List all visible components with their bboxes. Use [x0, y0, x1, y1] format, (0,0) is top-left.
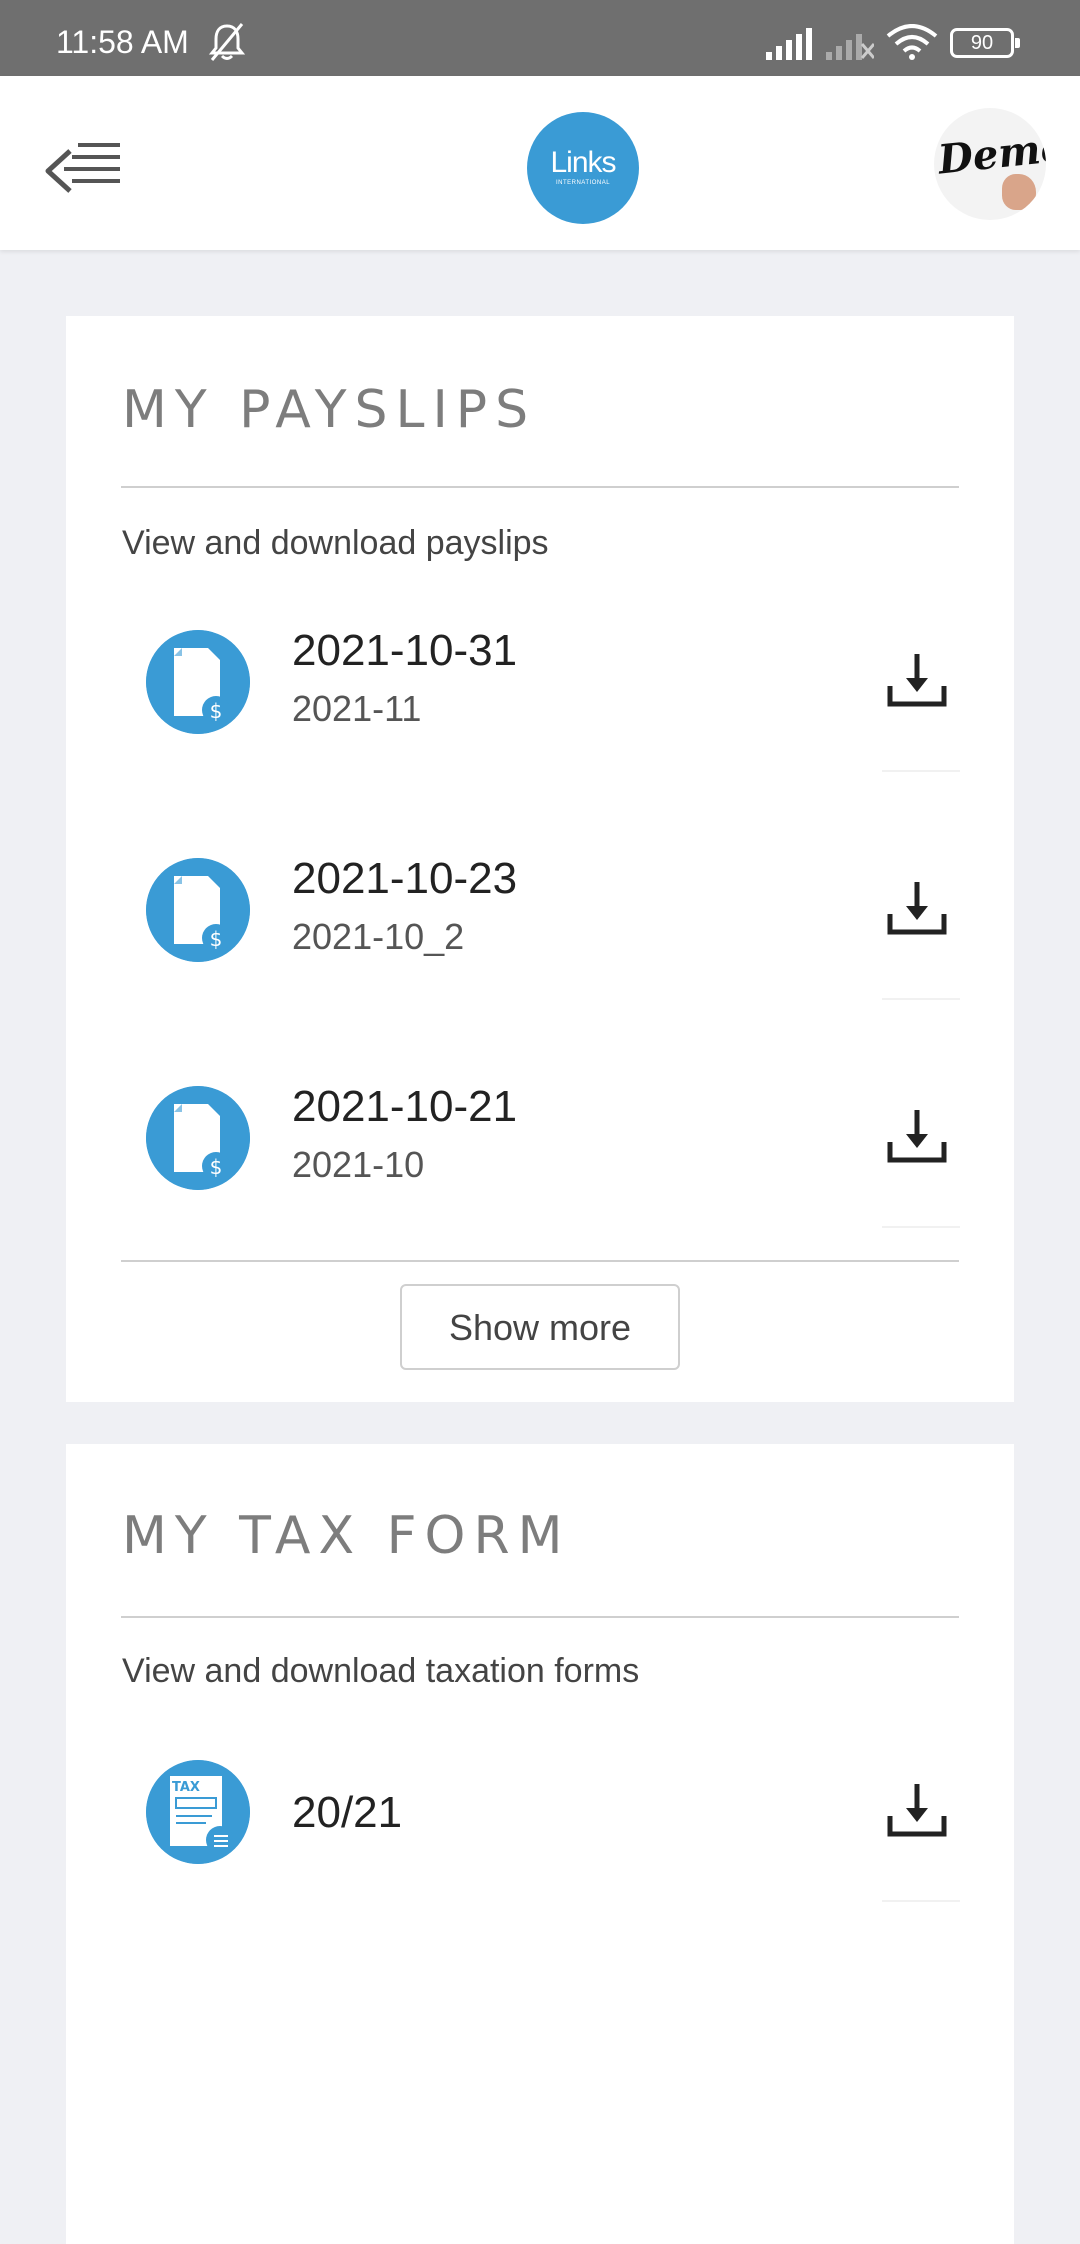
payslips-title: MY PAYSLIPS	[122, 380, 537, 440]
download-icon[interactable]	[886, 1106, 948, 1166]
status-bar: 11:58 AM 90	[0, 0, 1080, 76]
tax-form-title: MY TAX FORM	[122, 1506, 571, 1566]
svg-text:$: $	[210, 699, 223, 723]
row-divider	[882, 998, 960, 1000]
download-icon[interactable]	[886, 650, 948, 710]
avatar-signature: Demo	[935, 123, 1046, 184]
avatar-hand-image	[1002, 174, 1036, 210]
payslip-date: 2021-10-23	[292, 854, 518, 903]
payslips-card: MY PAYSLIPS View and download payslips $…	[66, 316, 1014, 1402]
tax-form-card: MY TAX FORM View and download taxation f…	[66, 1444, 1014, 2244]
download-icon[interactable]	[886, 878, 948, 938]
payslip-period: 2021-10	[292, 1144, 425, 1185]
status-time: 11:58 AM	[56, 24, 189, 60]
tax-form-divider	[121, 1616, 959, 1618]
signal-no-service-icon	[826, 34, 874, 60]
menu-collapse-icon[interactable]	[42, 133, 128, 203]
payslip-date: 2021-10-21	[292, 1082, 518, 1131]
payslips-divider	[121, 486, 959, 488]
row-divider	[882, 1226, 960, 1228]
tax-form-subtitle: View and download taxation forms	[122, 1652, 640, 1690]
payslip-document-icon: $	[146, 858, 250, 962]
payslip-row[interactable]: $ 2021-10-21 2021-10	[66, 1082, 1014, 1314]
payslip-row[interactable]: $ 2021-10-31 2021-11	[66, 626, 1014, 858]
avatar[interactable]: Demo	[934, 108, 1046, 220]
wifi-icon	[886, 24, 938, 60]
payslip-row[interactable]: $ 2021-10-23 2021-10_2	[66, 854, 1014, 1086]
payslip-document-icon: $	[146, 1086, 250, 1190]
payslip-document-icon: $	[146, 630, 250, 734]
tax-form-row[interactable]: TAX 20/21	[66, 1760, 1014, 1988]
tax-form-year: 20/21	[292, 1788, 403, 1837]
signal-icon	[766, 28, 812, 60]
app-header: Links INTERNATIONAL Demo	[0, 76, 1080, 250]
row-divider	[882, 770, 960, 772]
brand-logo: Links INTERNATIONAL	[527, 112, 639, 224]
payslip-period: 2021-11	[292, 688, 422, 729]
brand-name: Links	[550, 146, 616, 179]
payslip-date: 2021-10-31	[292, 626, 518, 675]
row-divider	[882, 1900, 960, 1902]
brand-subtext: INTERNATIONAL	[555, 180, 611, 186]
payslips-subtitle: View and download payslips	[122, 524, 549, 562]
bell-off-icon	[208, 23, 246, 61]
svg-text:$: $	[210, 1155, 223, 1179]
battery-icon: 90	[950, 28, 1020, 58]
tax-document-icon: TAX	[146, 1760, 250, 1864]
show-more-button[interactable]: Show more	[400, 1284, 680, 1370]
download-icon[interactable]	[886, 1780, 948, 1840]
payslips-footer-divider	[121, 1260, 959, 1262]
svg-text:$: $	[210, 927, 223, 951]
tax-icon-label: TAX	[172, 1780, 200, 1795]
payslip-period: 2021-10_2	[292, 916, 465, 957]
